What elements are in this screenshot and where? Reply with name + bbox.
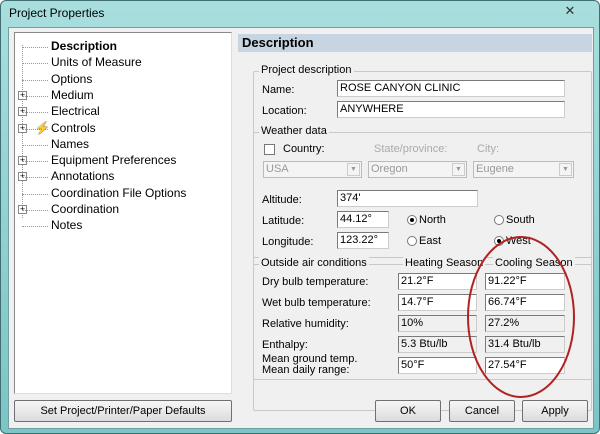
tree-item[interactable]: Coordination File Options <box>51 186 186 200</box>
tree-connector <box>22 47 48 48</box>
north-radio[interactable] <box>407 215 417 225</box>
tree-connector <box>22 144 48 146</box>
condition-label-text: Wet bulb temperature: <box>262 297 371 309</box>
tree-connector <box>22 161 48 163</box>
south-radio[interactable] <box>494 215 504 225</box>
weather-data-legend: Weather data <box>259 125 329 137</box>
outside-air-legend: Outside air conditions <box>259 257 369 269</box>
set-defaults-button[interactable]: Set Project/Printer/Paper Defaults <box>14 400 232 422</box>
condition-label-text: Relative humidity: <box>262 318 349 330</box>
tree-item[interactable]: Description <box>51 39 117 53</box>
tree-connector <box>22 112 48 114</box>
lightning-icon: ⚡ <box>35 120 50 135</box>
east-label: East <box>419 235 442 247</box>
tree-item[interactable]: Equipment Preferences <box>51 153 176 167</box>
tree-connector <box>22 193 48 195</box>
location-label: Location: <box>262 105 307 117</box>
tree-connector <box>22 226 48 228</box>
tree-connector <box>22 95 48 97</box>
city-select[interactable]: Eugene ▼ <box>473 161 574 178</box>
city-label: City: <box>477 143 499 155</box>
panel-header: Description <box>238 34 592 52</box>
condition-label-text: Enthalpy: <box>262 339 308 351</box>
tree-connector <box>22 79 48 81</box>
condition-label: Wet bulb temperature: <box>262 298 371 309</box>
tree-item[interactable]: Units of Measure <box>51 55 142 69</box>
condition-label: Relative humidity: <box>262 319 349 330</box>
cancel-button[interactable]: Cancel <box>449 400 515 422</box>
longitude-input[interactable]: 123.22° <box>337 232 389 249</box>
location-input[interactable]: ANYWHERE <box>337 101 565 118</box>
dialog-window: Project Properties ✕ Description Units of… <box>0 0 600 434</box>
project-description-legend: Project description <box>259 64 354 76</box>
condition-label-text-2: Mean daily range: <box>262 364 350 376</box>
country-select[interactable]: USA ▼ <box>263 161 362 178</box>
latitude-label: Latitude: <box>262 215 305 227</box>
tree-item[interactable]: Coordination <box>51 202 119 216</box>
country-label: Country: <box>283 143 325 155</box>
tree-item[interactable]: Names <box>51 137 89 151</box>
condition-label: Dry bulb temperature: <box>262 277 368 288</box>
tree-connector <box>22 63 48 65</box>
city-value: Eugene <box>476 163 514 175</box>
tree-item[interactable]: Controls <box>51 121 96 135</box>
country-checkbox[interactable] <box>264 144 275 155</box>
tree-item[interactable]: Medium <box>51 88 94 102</box>
altitude-input[interactable]: 374' <box>337 190 478 207</box>
condition-label: Mean ground temp. Mean daily range: <box>262 354 357 376</box>
window-title: Project Properties <box>9 6 105 20</box>
longitude-label: Longitude: <box>262 236 314 248</box>
name-label: Name: <box>262 84 295 96</box>
chevron-down-icon: ▼ <box>452 163 465 176</box>
apply-button[interactable]: Apply <box>522 400 588 422</box>
tree-item[interactable]: Options <box>51 72 92 86</box>
state-label: State/province: <box>374 143 448 155</box>
name-input[interactable]: ROSE CANYON CLINIC <box>337 80 565 97</box>
south-label: South <box>506 214 535 226</box>
condition-label: Enthalpy: <box>262 340 308 351</box>
state-value: Oregon <box>371 163 408 175</box>
tree-connector <box>22 210 48 211</box>
tree-item[interactable]: Electrical <box>51 104 100 118</box>
north-label: North <box>419 214 446 226</box>
tree-item[interactable]: Notes <box>51 218 82 232</box>
category-tree[interactable]: Description Units of Measure Options + Mediu… <box>14 32 232 394</box>
chevron-down-icon: ▼ <box>559 163 572 176</box>
close-button[interactable]: ✕ <box>557 2 583 20</box>
tree-connector <box>22 177 48 179</box>
altitude-label: Altitude: <box>262 194 302 206</box>
dialog-client: Description Units of Measure Options + Mediu… <box>8 27 594 429</box>
condition-label-text: Dry bulb temperature: <box>262 276 369 288</box>
east-radio[interactable] <box>407 236 417 246</box>
latitude-input[interactable]: 44.12° <box>337 211 389 228</box>
tree-item[interactable]: Annotations <box>51 169 114 183</box>
ok-button[interactable]: OK <box>375 400 441 422</box>
state-select[interactable]: Oregon ▼ <box>368 161 467 178</box>
chevron-down-icon: ▼ <box>347 163 360 176</box>
red-ellipse-annotation <box>467 236 575 398</box>
country-value: USA <box>266 163 289 175</box>
